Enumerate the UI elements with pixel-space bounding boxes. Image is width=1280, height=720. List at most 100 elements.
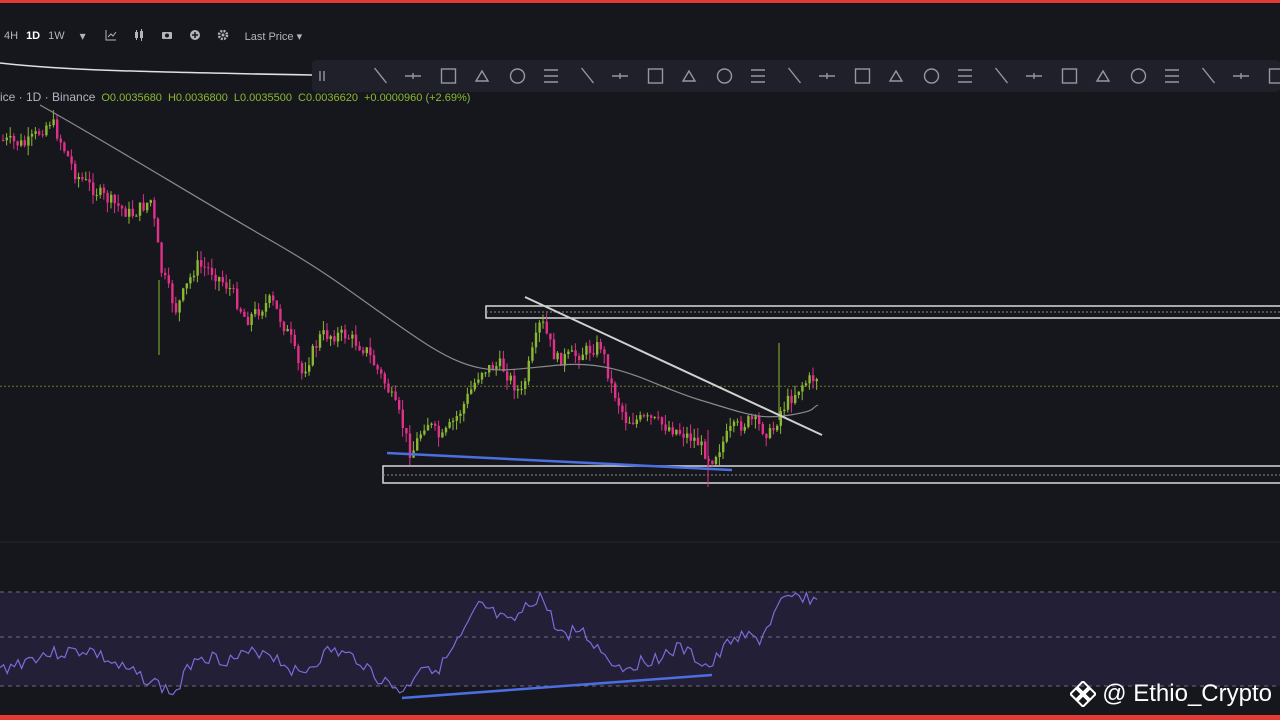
candle bbox=[196, 251, 199, 283]
candle bbox=[275, 300, 278, 310]
candle bbox=[642, 413, 646, 418]
candle bbox=[441, 428, 444, 439]
candle bbox=[488, 364, 491, 378]
candle bbox=[718, 444, 721, 466]
candle bbox=[696, 427, 700, 446]
candle bbox=[408, 425, 412, 466]
candle bbox=[246, 311, 250, 326]
candle bbox=[156, 216, 160, 243]
candle bbox=[210, 258, 214, 281]
candle bbox=[448, 418, 451, 429]
candle bbox=[416, 432, 419, 452]
candle bbox=[354, 325, 358, 351]
candle bbox=[740, 415, 743, 436]
candle bbox=[239, 307, 242, 314]
candle bbox=[480, 371, 484, 385]
candle bbox=[30, 129, 34, 147]
candle bbox=[304, 362, 307, 378]
candle bbox=[153, 197, 156, 227]
candle bbox=[531, 342, 534, 364]
candle bbox=[567, 349, 570, 359]
price-divergence-line bbox=[386, 451, 733, 472]
candle bbox=[574, 343, 577, 363]
candle bbox=[88, 171, 91, 192]
watermark-handle: @ Ethio_Crypto bbox=[1102, 680, 1272, 707]
candle bbox=[444, 426, 448, 436]
candle bbox=[462, 401, 466, 422]
candle bbox=[758, 412, 761, 431]
candle bbox=[714, 455, 718, 466]
candle bbox=[599, 338, 602, 354]
candle bbox=[725, 423, 728, 444]
low-value: L0.0035500 bbox=[233, 92, 293, 104]
candle bbox=[138, 202, 142, 222]
candle bbox=[214, 268, 217, 290]
candle bbox=[610, 370, 613, 394]
candle bbox=[128, 201, 131, 224]
candle bbox=[254, 301, 257, 318]
candle bbox=[516, 385, 520, 399]
candle bbox=[632, 412, 635, 426]
candle bbox=[362, 346, 365, 356]
candle bbox=[56, 114, 59, 141]
candle bbox=[552, 332, 556, 360]
candle bbox=[12, 133, 16, 150]
candle bbox=[520, 380, 523, 395]
candle bbox=[390, 386, 394, 397]
candle bbox=[63, 141, 66, 154]
candle bbox=[34, 127, 37, 140]
close-value: C0.0036620 bbox=[298, 92, 358, 104]
candle bbox=[70, 149, 73, 171]
candle bbox=[167, 267, 170, 288]
candle bbox=[398, 396, 401, 414]
candle bbox=[113, 193, 116, 214]
change-value: +0.0000960 (+2.69%) bbox=[363, 92, 471, 104]
moving-average-line bbox=[39, 104, 819, 418]
candle bbox=[405, 427, 408, 442]
candle bbox=[318, 330, 322, 351]
price-chart[interactable] bbox=[0, 0, 1280, 720]
candle bbox=[106, 190, 109, 213]
candle bbox=[423, 424, 426, 436]
candle bbox=[624, 403, 628, 431]
candle bbox=[293, 329, 296, 349]
candle bbox=[369, 337, 372, 364]
candle bbox=[358, 341, 361, 352]
candle bbox=[682, 426, 685, 447]
candle bbox=[772, 421, 775, 435]
candle bbox=[588, 339, 592, 361]
candle bbox=[430, 422, 433, 429]
candle bbox=[74, 160, 77, 184]
candle bbox=[639, 411, 642, 423]
candle bbox=[117, 194, 120, 212]
candle bbox=[603, 346, 606, 364]
candle bbox=[646, 412, 649, 422]
candle bbox=[9, 127, 12, 144]
rsi-band-background bbox=[0, 592, 1280, 686]
candle bbox=[59, 134, 62, 151]
candle bbox=[736, 418, 739, 426]
candle bbox=[452, 417, 455, 431]
candle bbox=[279, 304, 282, 328]
candle bbox=[66, 150, 70, 157]
candle bbox=[272, 291, 275, 306]
candle bbox=[689, 424, 692, 449]
candle bbox=[470, 380, 473, 395]
candle bbox=[747, 414, 750, 429]
candle bbox=[120, 204, 124, 217]
candle bbox=[192, 270, 196, 282]
candle bbox=[815, 377, 818, 390]
candle bbox=[225, 274, 228, 294]
candle bbox=[131, 200, 134, 219]
candle bbox=[243, 308, 246, 318]
candle bbox=[596, 335, 599, 358]
candle bbox=[174, 296, 178, 316]
candle bbox=[257, 303, 260, 320]
candle bbox=[387, 378, 390, 394]
candle bbox=[110, 191, 113, 209]
candle bbox=[628, 416, 631, 424]
candle bbox=[23, 135, 26, 148]
candle bbox=[95, 188, 98, 201]
candle bbox=[700, 435, 703, 456]
candle bbox=[394, 385, 397, 401]
